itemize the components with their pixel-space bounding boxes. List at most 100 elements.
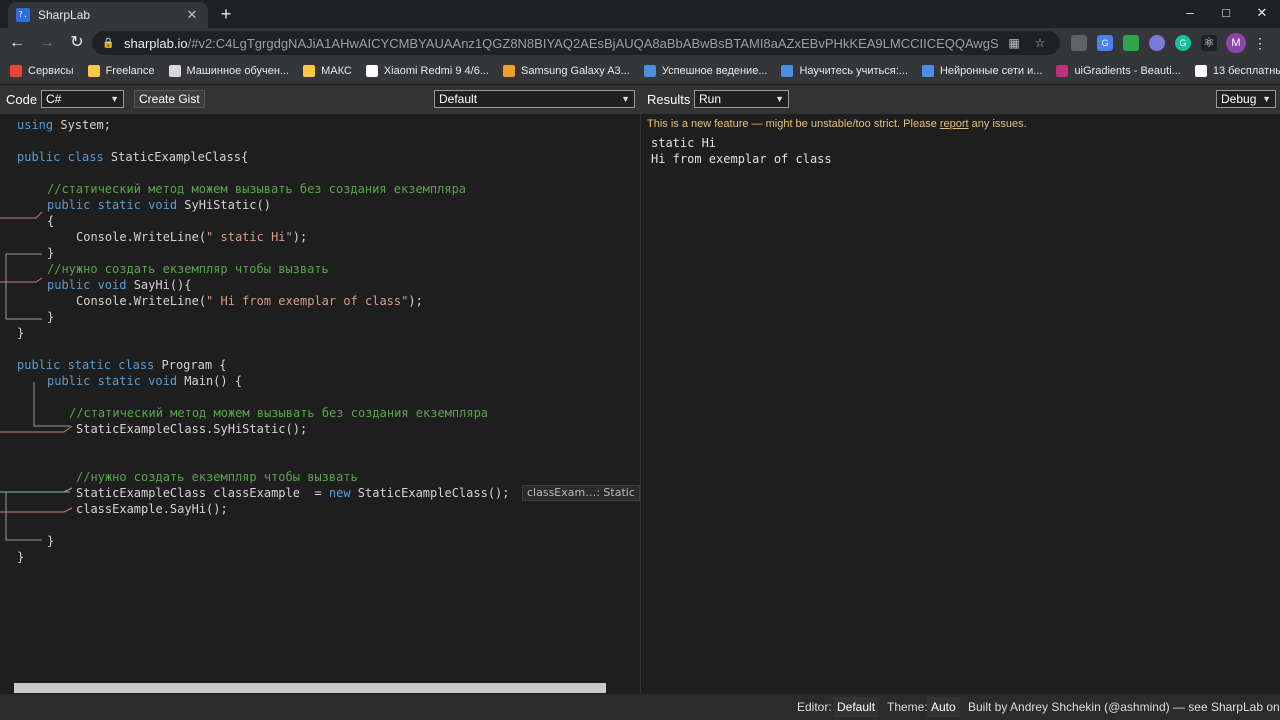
shield-icon[interactable] <box>1123 35 1139 51</box>
bookmark-item[interactable]: 13 бесплатных сам... <box>1194 64 1280 77</box>
bookmark-item[interactable]: Samsung Galaxy A3... <box>502 64 630 77</box>
bookmark-label: uiGradients - Beauti... <box>1074 64 1181 77</box>
theme-label: Theme: <box>887 700 928 714</box>
code-line: } <box>47 310 55 324</box>
bookmarks-bar: Сервисы Freelance Машинное обучен... МАКС Xi… <box>0 58 1280 84</box>
code-comment: //нужно создать екземпляр чтобы вызвать <box>76 470 358 484</box>
notice-text: This is a new feature — might be unstabl… <box>647 118 940 130</box>
window-controls: – □ ✕ <box>1172 0 1280 28</box>
branch-value: Default <box>439 92 478 106</box>
close-tab-icon[interactable]: ✕ <box>184 7 200 23</box>
bookmark-favicon-icon <box>1194 64 1207 77</box>
sharplab-favicon-icon: ?. <box>16 8 30 22</box>
output-line: static Hi <box>651 136 717 150</box>
bookmark-item[interactable]: Сервисы <box>10 64 74 77</box>
puzzle-icon[interactable]: ⚛ <box>1201 35 1217 51</box>
kw-public: public class <box>17 150 104 164</box>
lock-icon[interactable]: 🔒 <box>102 38 114 49</box>
bookmark-item[interactable]: Машинное обучен... <box>168 64 289 77</box>
flow-arrow <box>5 253 42 320</box>
kw-using: using <box>17 118 54 132</box>
bookmark-favicon-icon <box>10 64 22 77</box>
url-path: /#v2:C4LgTgrgdgNAJiA1AHwAICYCMBYAUAAnz1Q… <box>187 35 998 51</box>
language-select[interactable]: C# ▼ <box>41 90 124 108</box>
flow-arrow <box>5 491 70 541</box>
address-bar[interactable]: 🔒 sharplab.io/#v2:C4LgTgrgdgNAJiA1AHwAIC… <box>92 31 1060 55</box>
tab-title: SharpLab <box>38 8 91 22</box>
code-line: public static class Program { <box>17 358 227 372</box>
string-literal: " Hi from exemplar of class" <box>206 294 409 308</box>
bookmark-item[interactable]: Xiaomi Redmi 9 4/6... <box>365 64 489 77</box>
code-line: StaticExampleClass.SyHiStatic(); <box>76 422 308 436</box>
kw-modifiers: public static class <box>17 358 155 372</box>
minimize-icon[interactable]: – <box>1172 0 1208 28</box>
chevron-down-icon: ▼ <box>775 94 784 104</box>
code-comment: //статический метод можем вызывать без с… <box>69 406 489 420</box>
bookmark-favicon-icon <box>365 64 378 77</box>
close-window-icon[interactable]: ✕ <box>1244 0 1280 28</box>
kw-modifiers: public void <box>47 278 127 292</box>
mode-select[interactable]: Run ▼ <box>694 90 789 108</box>
menu-icon[interactable]: ⋮ <box>1250 35 1270 52</box>
extension-icon[interactable] <box>1149 35 1165 51</box>
extension-icon[interactable] <box>1071 35 1087 51</box>
theme-button[interactable]: Auto <box>927 697 960 717</box>
report-link[interactable]: report <box>940 118 969 130</box>
bookmark-label: Успешное ведение... <box>661 64 768 77</box>
code-line: } <box>47 246 55 260</box>
code-line: using System; <box>17 118 111 132</box>
bookmark-favicon-icon <box>643 64 656 77</box>
sharplab-header: Code C# ▼ Create Gist Default ▼ Results … <box>0 85 1280 114</box>
branch-select[interactable]: Default ▼ <box>434 90 635 108</box>
bookmark-item[interactable]: uiGradients - Beauti... <box>1056 64 1181 77</box>
status-bar: Editor: Default Theme: Auto Built by And… <box>0 694 1280 720</box>
bookmark-label: Samsung Galaxy A3... <box>520 64 630 77</box>
code-line: public void SayHi(){ <box>47 278 192 292</box>
new-tab-icon[interactable]: + <box>216 4 236 24</box>
flow-arrow <box>0 487 73 493</box>
build-select[interactable]: Debug ▼ <box>1216 90 1276 108</box>
credits-link[interactable]: Built by Andrey Shchekin (@ashmind) — se… <box>968 700 1280 714</box>
string-literal: " static Hi" <box>206 230 293 244</box>
browser-toolbar: ← → ↻ 🔒 sharplab.io/#v2:C4LgTgrgdgNAJiA1… <box>0 28 1280 58</box>
code-line: public class StaticExampleClass{ <box>17 150 249 164</box>
bookmark-item[interactable]: Научитесь учиться:... <box>781 64 908 77</box>
bookmark-item[interactable]: Freelance <box>87 64 155 77</box>
editor-mode-button[interactable]: Default <box>833 697 880 717</box>
bookmark-favicon-icon <box>921 64 934 77</box>
bookmark-label: Xiaomi Redmi 9 4/6... <box>383 64 489 77</box>
translate-icon[interactable]: ▦ <box>1004 36 1024 50</box>
maximize-icon[interactable]: □ <box>1208 0 1244 28</box>
kw-new: new <box>328 486 351 500</box>
google-translate-icon[interactable]: G <box>1097 35 1113 51</box>
code-editor[interactable]: using System; public class StaticExample… <box>0 114 640 694</box>
url-text[interactable]: sharplab.io/#v2:C4LgTgrgdgNAJiA1AHwAICYC… <box>124 36 998 51</box>
grammarly-icon[interactable]: G <box>1175 35 1191 51</box>
bookmark-item[interactable]: Нейронные сети и... <box>921 64 1042 77</box>
chevron-down-icon: ▼ <box>1262 94 1271 104</box>
notice-text: any issues. <box>968 118 1027 130</box>
forward-icon[interactable]: → <box>34 30 60 56</box>
mode-value: Run <box>699 92 722 106</box>
code-line: public static void Main() { <box>47 374 243 388</box>
browser-tab[interactable]: ?. SharpLab ✕ <box>8 2 208 28</box>
back-icon[interactable]: ← <box>4 30 30 56</box>
feature-notice: This is a new feature — might be unstabl… <box>647 118 1027 130</box>
bookmark-item[interactable]: МАКС <box>303 64 352 77</box>
inline-value-hint: classExam…: Static <box>522 485 640 501</box>
create-gist-button[interactable]: Create Gist <box>134 90 205 108</box>
avatar[interactable]: M <box>1226 33 1246 53</box>
browser-tab-strip: ?. SharpLab ✕ + – □ ✕ <box>0 0 1280 28</box>
code-comment: //нужно создать екземпляр чтобы вызвать <box>47 262 329 276</box>
language-value: C# <box>46 92 62 106</box>
flow-arrow <box>0 425 73 433</box>
bookmark-favicon-icon <box>1056 64 1069 77</box>
horizontal-scrollbar[interactable] <box>14 683 606 693</box>
bookmark-star-icon[interactable]: ☆ <box>1030 36 1050 50</box>
results-pane: This is a new feature — might be unstabl… <box>641 114 1280 694</box>
bookmark-item[interactable]: Успешное ведение... <box>643 64 768 77</box>
bookmark-label: МАКС <box>321 64 352 77</box>
reload-icon[interactable]: ↻ <box>64 30 90 56</box>
bookmark-label: Сервисы <box>28 64 74 77</box>
code-label: Code <box>6 92 38 107</box>
